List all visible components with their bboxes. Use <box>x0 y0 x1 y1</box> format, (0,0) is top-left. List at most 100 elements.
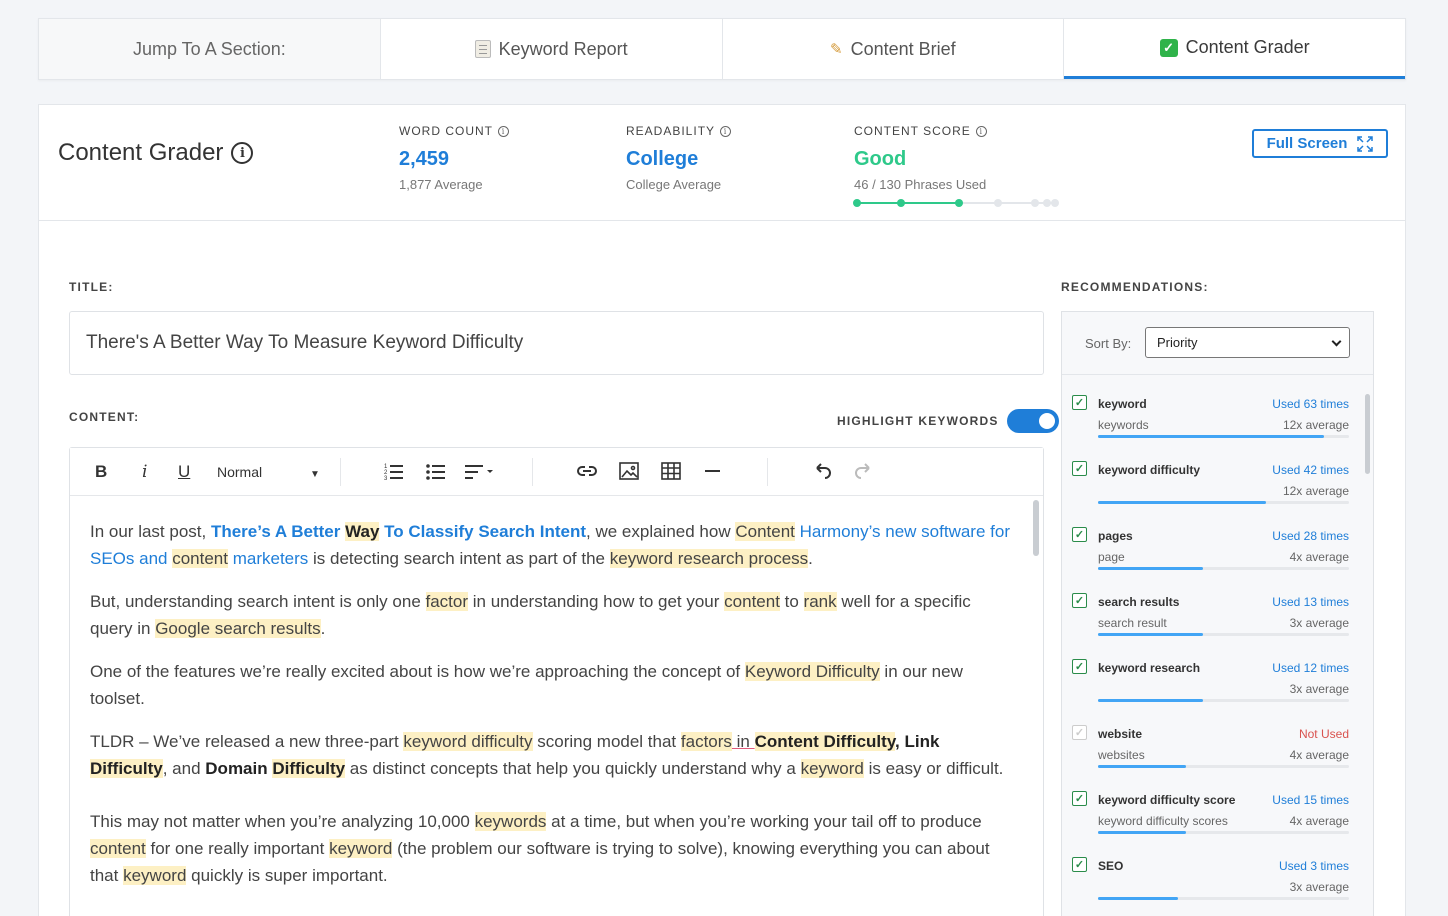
info-icon[interactable]: i <box>231 142 254 164</box>
recommendation-keyword: keyword difficulty <box>1098 463 1201 477</box>
checkbox[interactable]: ✓ <box>1072 461 1087 476</box>
recommendation-variant: websites <box>1098 748 1145 762</box>
link-icon[interactable] <box>576 462 598 480</box>
recommendation-variant: keywords <box>1098 418 1149 432</box>
link[interactable]: To Classify Search Intent <box>379 522 586 541</box>
link[interactable]: marketers <box>228 549 309 568</box>
bold-button[interactable]: B <box>95 462 107 482</box>
score-step-dot <box>853 199 861 207</box>
align-icon[interactable] <box>465 462 497 480</box>
grader-header: Content Grader i WORD COUNT i 2,459 1,877… <box>39 105 1405 221</box>
recommendations-label: RECOMMENDATIONS: <box>1061 280 1209 294</box>
usage-bar-fill <box>1098 435 1324 438</box>
link[interactable]: There’s A Better <box>211 522 345 541</box>
info-icon[interactable]: i <box>975 125 987 137</box>
recommendation-keyword: website <box>1098 727 1143 741</box>
checkbox[interactable]: ✓ <box>1072 659 1087 674</box>
usage-bar <box>1098 567 1349 570</box>
score-step-dot <box>1043 199 1051 207</box>
recommendation-keyword: search results <box>1098 595 1180 609</box>
checkbox[interactable]: ✓ <box>1072 593 1087 608</box>
usage-bar <box>1098 633 1349 636</box>
ordered-list-icon[interactable]: 1 2 3 <box>384 462 404 480</box>
average-count: 12x average <box>1282 418 1349 432</box>
word-count-average: 1,877 Average <box>399 177 483 192</box>
tab-content-brief[interactable]: ✎ Content Brief <box>723 19 1065 79</box>
checkbox[interactable]: ✓ <box>1072 527 1087 542</box>
recommendation-keyword: keyword research <box>1098 661 1201 675</box>
horizontal-rule-icon[interactable] <box>705 462 721 480</box>
expand-icon <box>1357 135 1374 152</box>
recommendation-item[interactable]: ✓ keyword difficulty Used 42 times 12x aver… <box>1062 441 1373 507</box>
sort-by-label: Sort By: <box>1085 336 1132 351</box>
checkbox[interactable]: ✓ <box>1072 395 1087 410</box>
content-score-progress <box>853 198 1059 208</box>
content-score-value: Good <box>854 148 907 170</box>
title-label: TITLE: <box>69 280 114 294</box>
format-select[interactable]: Normal ▼ <box>217 464 320 480</box>
check-icon: ✓ <box>1159 38 1178 57</box>
redo-icon[interactable] <box>854 462 874 480</box>
recommendations-scrollbar[interactable] <box>1365 394 1370 474</box>
image-icon[interactable] <box>619 462 639 480</box>
paragraph: In our last post, There’s A Better Way T… <box>90 522 1010 568</box>
title-input[interactable]: There's A Better Way To Measure Keyword … <box>69 311 1044 375</box>
tab-keyword-report[interactable]: Keyword Report <box>381 19 723 79</box>
word-count-value: 2,459 <box>399 148 450 170</box>
checkbox[interactable]: ✓ <box>1072 791 1087 806</box>
info-icon[interactable]: i <box>720 125 732 137</box>
content-editor: B i U Normal ▼ 1 2 3 In our last post, T… <box>69 447 1044 916</box>
recommendation-item[interactable]: ✓ keyword keywords Used 63 times 12x average <box>1062 375 1373 441</box>
readability-metric: READABILITY i College College Average <box>626 124 732 192</box>
table-icon[interactable] <box>661 462 681 480</box>
recommendation-item[interactable]: ✓ search results search result Used 13 time… <box>1062 573 1373 639</box>
recommendation-item[interactable]: ✓ pages page Used 28 times 4x average <box>1062 507 1373 573</box>
recommendation-item[interactable]: ✓ keyword difficulty score keyword difficu… <box>1062 771 1373 837</box>
sort-row: Sort By: Priority <box>1062 312 1373 375</box>
usage-count: Used 42 times <box>1272 463 1349 477</box>
score-step-dot <box>897 199 905 207</box>
bullet-list-icon[interactable] <box>426 462 446 480</box>
average-count: 4x average <box>1289 748 1349 762</box>
average-count: 4x average <box>1289 814 1349 828</box>
tab-content-grader[interactable]: ✓ Content Grader <box>1064 19 1405 79</box>
full-screen-button[interactable]: Full Screen <box>1252 129 1388 158</box>
checkbox[interactable]: ✓ <box>1072 857 1087 872</box>
tab-label: Content Brief <box>850 38 956 59</box>
usage-bar <box>1098 501 1349 504</box>
caret-down-icon: ▼ <box>310 469 320 480</box>
recommendation-item[interactable]: ✓ keyword research Used 12 times 3x average <box>1062 639 1373 705</box>
recommendation-variant: keyword difficulty scores <box>1098 814 1228 828</box>
toggle-switch[interactable] <box>1006 409 1059 433</box>
content-grader-card: Content Grader i WORD COUNT i 2,459 1,877… <box>38 104 1406 916</box>
checkbox[interactable]: ✓ <box>1072 725 1087 740</box>
underline-button[interactable]: U <box>178 462 190 482</box>
word-count-metric: WORD COUNT i 2,459 1,877 Average <box>399 124 509 192</box>
recommendation-variant: page <box>1098 550 1125 564</box>
usage-bar-fill <box>1098 567 1204 570</box>
average-count: 12x average <box>1282 484 1349 498</box>
usage-bar-fill <box>1098 831 1186 834</box>
usage-bar <box>1098 765 1349 768</box>
recommendation-item[interactable]: ✓ SEO Used 3 times 3x average <box>1062 837 1373 903</box>
recommendations-panel: Sort By: Priority ✓ keyword keywords Used 6… <box>1061 311 1374 916</box>
undo-icon[interactable] <box>812 462 832 480</box>
highlight-keywords-toggle[interactable]: HIGHLIGHT KEYWORDS <box>837 409 1059 433</box>
score-line-filled <box>855 202 957 204</box>
score-step-dot <box>1051 199 1059 207</box>
italic-button[interactable]: i <box>142 462 147 482</box>
editor-toolbar: B i U Normal ▼ 1 2 3 <box>70 448 1043 496</box>
toolbar-divider <box>767 458 768 486</box>
editor-scrollbar[interactable] <box>1033 500 1039 556</box>
usage-bar-fill <box>1098 633 1204 636</box>
recommendation-keyword: keyword difficulty score <box>1098 793 1236 807</box>
recommendation-keyword: keyword <box>1098 397 1147 411</box>
recommendation-item[interactable]: ✓ website websites Not Used 4x average <box>1062 705 1373 771</box>
tab-label: Jump To A Section: <box>132 38 286 59</box>
info-icon[interactable]: i <box>498 125 509 137</box>
recommendation-variant: search result <box>1098 616 1167 630</box>
usage-count: Used 28 times <box>1272 529 1349 543</box>
toolbar-divider <box>532 458 533 486</box>
sort-select[interactable]: Priority <box>1145 327 1350 358</box>
editor-content[interactable]: In our last post, There’s A Better Way T… <box>80 496 1027 916</box>
